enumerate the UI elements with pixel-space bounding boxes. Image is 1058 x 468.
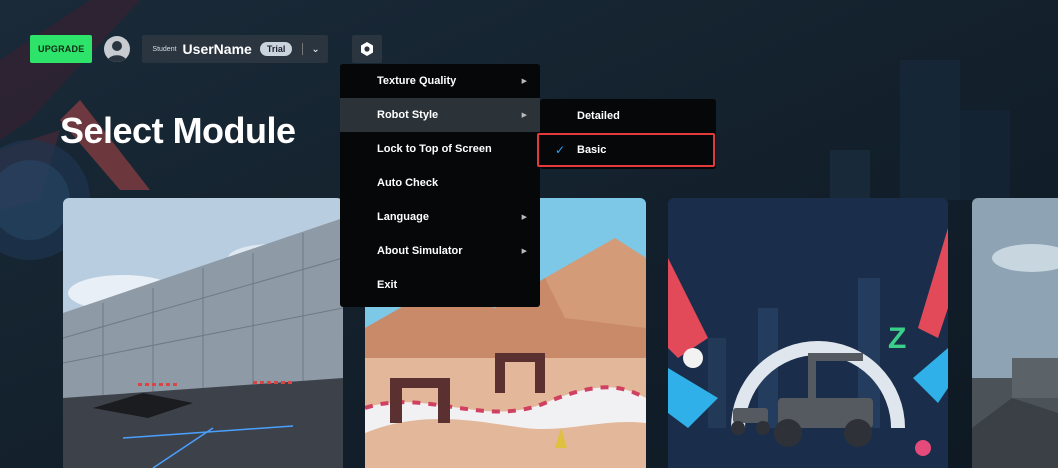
username: UserName xyxy=(182,41,252,57)
selection-highlight-box xyxy=(537,133,715,167)
menu-item-lock-to-top[interactable]: Lock to Top of Screen xyxy=(340,132,540,166)
menu-item-language[interactable]: Language ▶ xyxy=(340,200,540,234)
menu-item-auto-check[interactable]: Auto Check xyxy=(340,166,540,200)
gear-icon xyxy=(360,42,373,56)
menu-item-about-simulator[interactable]: About Simulator ▶ xyxy=(340,234,540,268)
menu-item-label: Texture Quality xyxy=(377,75,457,87)
submenu-item-detailed[interactable]: Detailed xyxy=(540,99,716,133)
arena-thumbnail xyxy=(63,198,343,468)
settings-button[interactable] xyxy=(351,35,382,63)
partial-thumbnail xyxy=(972,198,1058,468)
module-card-arena[interactable] xyxy=(63,198,343,468)
submenu-arrow-icon: ▶ xyxy=(521,112,527,119)
upgrade-button[interactable]: UPGRADE xyxy=(30,35,93,63)
menu-item-label: Robot Style xyxy=(377,109,439,121)
menu-item-label: Lock to Top of Screen xyxy=(377,143,492,155)
submenu-item-label: Detailed xyxy=(577,110,620,122)
user-role: Student xyxy=(152,45,177,53)
chevron-down-icon[interactable]: ⌄ xyxy=(311,44,319,55)
robot-thumbnail: Z xyxy=(668,198,948,468)
module-card-partial[interactable] xyxy=(972,198,1058,468)
page-title: Select Module xyxy=(60,110,296,151)
menu-item-texture-quality[interactable]: Texture Quality ▶ xyxy=(340,64,540,98)
submenu-arrow-icon: ▶ xyxy=(521,78,527,85)
avatar[interactable] xyxy=(104,36,131,62)
settings-menu: Texture Quality ▶ Robot Style ▶ Lock to … xyxy=(340,64,540,307)
menu-item-exit[interactable]: Exit xyxy=(340,268,540,302)
menu-item-robot-style[interactable]: Robot Style ▶ xyxy=(340,98,540,132)
submenu-arrow-icon: ▶ xyxy=(521,214,527,221)
menu-item-label: Auto Check xyxy=(377,177,439,189)
menu-item-label: Exit xyxy=(377,279,398,291)
user-account-selector[interactable]: Student UserName Trial ⌄ xyxy=(142,35,328,63)
top-bar: UPGRADE Student UserName Trial ⌄ xyxy=(30,34,382,64)
menu-item-label: Language xyxy=(377,211,429,223)
user-icon xyxy=(107,41,128,62)
svg-text:Z: Z xyxy=(888,322,906,355)
menu-item-label: About Simulator xyxy=(377,245,463,257)
trial-badge: Trial xyxy=(259,42,293,56)
module-card-robot[interactable]: Z xyxy=(668,198,948,468)
divider xyxy=(302,43,304,55)
submenu-arrow-icon: ▶ xyxy=(521,248,527,255)
